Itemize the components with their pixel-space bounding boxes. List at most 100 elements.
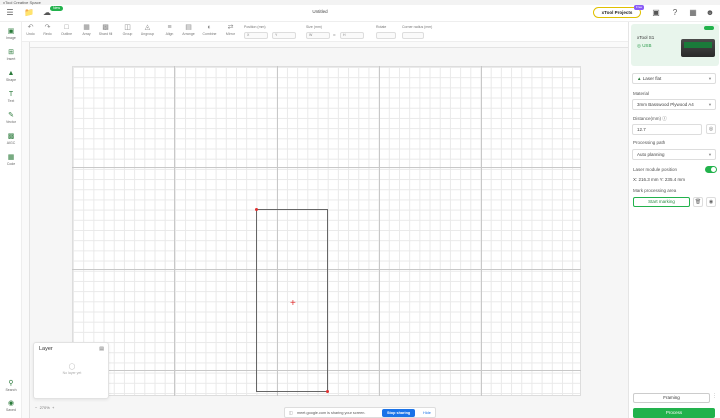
sidebar-item-code[interactable]: ▦ Code xyxy=(2,153,20,166)
image-icon: ▣ xyxy=(7,28,15,35)
rotate-label: Rotate xyxy=(376,25,387,29)
header: ☰ 📁 ☁ New Untitled xTool Projects Free ▣… xyxy=(0,5,720,22)
lock-ratio-icon[interactable]: ∞ xyxy=(333,33,336,37)
projects-badge: Free xyxy=(634,5,645,10)
info-icon[interactable]: ⓘ xyxy=(662,116,667,121)
group-icon: ◫ xyxy=(124,24,131,31)
search-icon: ⚲ xyxy=(8,380,14,387)
eye-icon[interactable]: ◉ xyxy=(706,197,716,207)
fill-button[interactable]: ▩ Shard fill xyxy=(97,24,114,36)
sidebar-item-label: Code xyxy=(6,162,16,166)
aigc-icon: ▩ xyxy=(7,133,15,140)
framing-button[interactable]: Framing xyxy=(633,393,710,403)
align-icon: ≡ xyxy=(167,24,172,31)
new-badge: New xyxy=(50,6,64,11)
array-button[interactable]: ▦ Array xyxy=(78,24,95,36)
sidebar-item-label: Text xyxy=(7,99,15,103)
material-value: 3mm Basswood Plywood A4 xyxy=(637,102,694,107)
processing-path-select[interactable]: Auto planning ▼ xyxy=(632,149,716,160)
more-options-icon[interactable]: ⋮ xyxy=(712,393,717,399)
rotate-input[interactable] xyxy=(376,32,396,39)
right-panel: xTool S1 ◎ USB ▲ Laser flat ▼ Material 3m… xyxy=(628,22,720,418)
fill-icon: ▩ xyxy=(102,24,109,31)
processing-path-value: Auto planning xyxy=(637,152,665,157)
sidebar-item-aigc[interactable]: ▩ AIGC xyxy=(2,132,20,145)
arrange-icon: ▤ xyxy=(185,24,192,31)
measure-button[interactable]: ◎ xyxy=(706,124,716,134)
layer-panel: Layer ▤ ◯ No layer yet xyxy=(33,342,109,399)
delete-icon[interactable]: 🗑 xyxy=(693,197,703,207)
text-icon: T xyxy=(8,91,14,98)
sidebar-item-saved[interactable]: ◉ Saved xyxy=(2,399,20,412)
camera-icon[interactable]: ▣ xyxy=(651,8,661,18)
distance-label-text: Distance(mm) xyxy=(633,116,662,121)
start-marking-button[interactable]: Start marking xyxy=(633,197,690,207)
stop-sharing-button[interactable]: Stop sharing xyxy=(382,409,416,417)
zoom-value: 270% xyxy=(39,405,50,410)
laser-module-toggle[interactable] xyxy=(705,166,717,173)
sidebar-item-image[interactable]: ▣ Image xyxy=(2,27,20,40)
user-icon[interactable]: ☻ xyxy=(705,8,715,18)
size-h-input[interactable]: H xyxy=(340,32,364,39)
combine-button[interactable]: ◐ Combine xyxy=(201,24,218,36)
mark-area-label: Mark processing area xyxy=(633,188,677,193)
menu-icon[interactable]: ☰ xyxy=(5,8,15,18)
tool-label: Outline xyxy=(60,32,73,36)
tool-label: Undo xyxy=(26,32,35,36)
store-icon[interactable]: ▦ xyxy=(688,8,698,18)
process-button[interactable]: Process xyxy=(633,408,715,418)
laser-mode-icon: ▲ xyxy=(637,76,642,81)
help-icon[interactable]: ? xyxy=(670,8,680,18)
empty-layer-icon: ◯ xyxy=(68,364,76,370)
tool-label: Redo xyxy=(43,32,52,36)
saved-icon: ◉ xyxy=(7,400,15,407)
align-button[interactable]: ≡ Align xyxy=(161,24,178,36)
arrange-button[interactable]: ▤ Arrange xyxy=(180,24,197,36)
sidebar-item-label: AIGC xyxy=(6,141,16,145)
device-name: xTool S1 xyxy=(637,35,655,40)
connection-label: USB xyxy=(642,43,652,48)
grid-major-line xyxy=(174,66,175,396)
redo-button[interactable]: ↷ Redo xyxy=(39,24,56,36)
material-select[interactable]: 3mm Basswood Plywood A4 ▼ xyxy=(632,99,716,110)
ungroup-button[interactable]: ◬ Ungroup xyxy=(139,24,156,36)
grid-major-line xyxy=(379,66,380,396)
corner-handle[interactable] xyxy=(326,390,329,393)
hide-button[interactable]: Hide xyxy=(423,411,431,415)
mirror-button[interactable]: ⇄ Mirror xyxy=(222,24,239,36)
position-label: Position (mm) xyxy=(244,25,266,29)
laser-coordinates: X: 216.3 mm Y: 235.4 mm xyxy=(633,177,685,182)
outline-button[interactable]: □ Outline xyxy=(58,24,75,36)
document-title[interactable]: Untitled xyxy=(300,9,340,14)
tool-label: Shard fill xyxy=(98,32,113,36)
sidebar-item-text[interactable]: T Text xyxy=(2,90,20,103)
sidebar-item-label: Image xyxy=(6,36,16,40)
group-button[interactable]: ◫ Group xyxy=(119,24,136,36)
layer-settings-icon[interactable]: ▤ xyxy=(99,346,104,352)
laser-mode-select[interactable]: ▲ Laser flat ▼ xyxy=(632,73,716,84)
distance-value: 12.7 xyxy=(637,127,646,132)
sidebar-item-vector[interactable]: ✎ Vector xyxy=(2,111,20,124)
sidebar-item-insert[interactable]: ⊞ Insert xyxy=(2,48,20,61)
combine-icon: ◐ xyxy=(207,24,212,31)
screen-share-bar: ◫ meet.google.com is sharing your screen… xyxy=(284,407,436,418)
distance-input[interactable]: 12.7 xyxy=(632,124,702,135)
corner-handle[interactable] xyxy=(255,208,258,211)
insert-icon: ⊞ xyxy=(8,49,14,56)
undo-button[interactable]: ↶ Undo xyxy=(22,24,39,36)
left-sidebar: ▣ Image ⊞ Insert ▲ Shape T Text ✎ Vector ▩ AIG… xyxy=(0,22,22,418)
chevron-down-icon: ▼ xyxy=(708,152,712,157)
sidebar-item-label: Saved xyxy=(6,408,16,412)
position-y-input[interactable]: Y xyxy=(272,32,296,39)
grid-major-line xyxy=(72,167,581,168)
corner-radius-input[interactable] xyxy=(402,32,424,39)
zoom-control[interactable]: − 270% + xyxy=(35,405,54,410)
folder-icon[interactable]: 📁 xyxy=(24,8,34,18)
sidebar-item-shape[interactable]: ▲ Shape xyxy=(2,69,20,82)
canvas-area[interactable]: + xyxy=(22,42,628,418)
sidebar-item-search[interactable]: ⚲ Search xyxy=(2,379,20,392)
mirror-icon: ⇄ xyxy=(227,24,234,31)
size-w-input[interactable]: W xyxy=(306,32,330,39)
device-card[interactable]: xTool S1 ◎ USB xyxy=(631,24,719,66)
position-x-input[interactable]: X xyxy=(244,32,268,39)
